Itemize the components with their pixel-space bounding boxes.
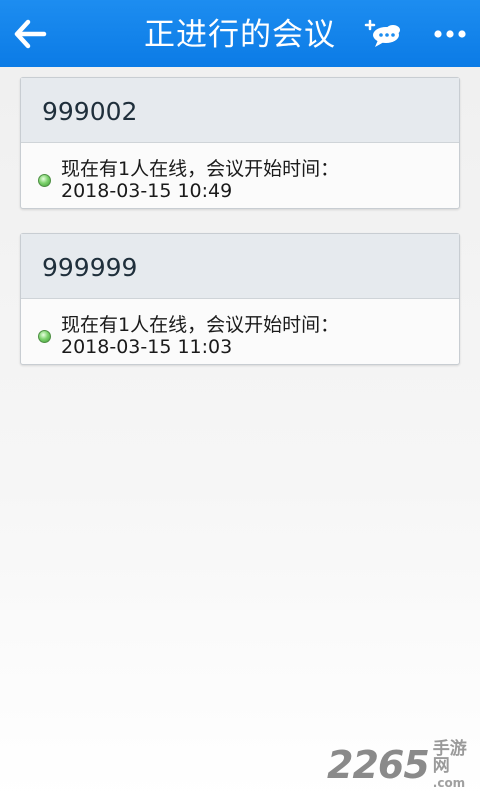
page-title: 正进行的会议	[144, 17, 336, 53]
meeting-start-time: 2018-03-15 11:03	[61, 336, 233, 358]
meeting-start-time: 2018-03-15 10:49	[61, 180, 233, 202]
online-status-icon	[38, 330, 51, 343]
online-status-text: 现在有1人在线，会议开始时间：	[61, 314, 340, 336]
online-status-icon	[38, 174, 51, 187]
more-button[interactable]	[428, 14, 472, 54]
meeting-card[interactable]: 999999 现在有1人在线，会议开始时间： 2018-03-15 11:03	[20, 233, 460, 365]
watermark-text: 手游网	[432, 739, 467, 776]
new-meeting-icon	[364, 19, 400, 47]
arrow-left-icon	[14, 19, 47, 49]
watermark-number: 2265	[327, 743, 430, 787]
back-button[interactable]	[8, 12, 52, 56]
meeting-info: 现在有1人在线，会议开始时间： 2018-03-15 11:03	[21, 299, 459, 365]
meeting-id: 999002	[21, 78, 459, 143]
top-app-bar: 正进行的会议	[0, 0, 480, 67]
meeting-card[interactable]: 999002 现在有1人在线，会议开始时间： 2018-03-15 10:49	[20, 77, 460, 209]
watermark-domain: .com	[432, 776, 466, 790]
new-meeting-button[interactable]	[362, 14, 406, 54]
more-dots-icon	[434, 30, 466, 38]
meeting-info: 现在有1人在线，会议开始时间： 2018-03-15 10:49	[21, 143, 459, 209]
online-status-text: 现在有1人在线，会议开始时间：	[61, 158, 340, 180]
meeting-id: 999999	[21, 234, 459, 299]
site-watermark: 2265 手游网 .com	[327, 740, 477, 790]
